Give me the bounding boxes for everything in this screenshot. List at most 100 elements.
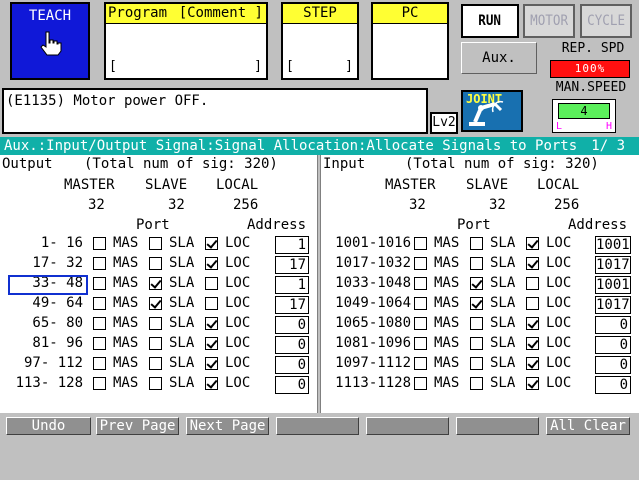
loc-checkbox[interactable]	[205, 257, 218, 270]
mas-checkbox[interactable]	[414, 297, 427, 310]
loc-checkbox[interactable]	[205, 237, 218, 250]
address-input[interactable]: 0	[595, 336, 631, 354]
mas-checkbox[interactable]	[93, 297, 106, 310]
sla-checkbox[interactable]	[470, 317, 483, 330]
sla-checkbox[interactable]	[470, 357, 483, 370]
address-input[interactable]: 17	[275, 256, 309, 274]
motor-label: MOTOR	[530, 13, 568, 29]
sla-checkbox[interactable]	[149, 257, 162, 270]
mas-checkbox[interactable]	[93, 377, 106, 390]
level-indicator[interactable]: Lv2	[430, 112, 458, 134]
joint-button[interactable]: JOINT	[461, 90, 523, 132]
cycle-label: CYCLE	[587, 13, 625, 29]
sla-checkbox[interactable]	[470, 237, 483, 250]
loc-checkbox[interactable]	[526, 297, 539, 310]
step-bracket-left: [	[286, 59, 294, 74]
address-input[interactable]: 1001	[595, 276, 631, 294]
undo-button[interactable]: Undo	[6, 417, 91, 435]
address-input[interactable]: 0	[595, 316, 631, 334]
address-input[interactable]: 0	[595, 356, 631, 374]
function-key-6[interactable]	[456, 417, 539, 435]
sla-checkbox[interactable]	[470, 277, 483, 290]
all-clear-button[interactable]: All Clear	[546, 417, 630, 435]
loc-checkbox[interactable]	[205, 337, 218, 350]
address-input[interactable]: 1	[275, 276, 309, 294]
loc-checkbox[interactable]	[526, 317, 539, 330]
loc-label: LOC	[546, 315, 572, 331]
page-number: 1/ 3	[591, 138, 625, 154]
run-button[interactable]: RUN	[461, 4, 519, 38]
loc-checkbox[interactable]	[205, 277, 218, 290]
signal-range: 17- 32	[32, 255, 83, 271]
address-input[interactable]: 1001	[595, 236, 631, 254]
input-slave-value: 32	[489, 197, 506, 213]
program-label: Program	[108, 5, 168, 21]
pc-field[interactable]: PC	[371, 2, 449, 80]
teach-button[interactable]: TEACH	[10, 2, 90, 80]
loc-checkbox[interactable]	[205, 317, 218, 330]
function-key-5[interactable]	[366, 417, 449, 435]
address-input[interactable]: 1	[275, 236, 309, 254]
sla-checkbox[interactable]	[149, 377, 162, 390]
mas-checkbox[interactable]	[414, 317, 427, 330]
loc-label: LOC	[546, 335, 572, 351]
output-slave-value: 32	[168, 197, 185, 213]
sla-checkbox[interactable]	[470, 257, 483, 270]
address-input[interactable]: 0	[275, 336, 309, 354]
address-input[interactable]: 0	[275, 356, 309, 374]
sla-checkbox[interactable]	[149, 237, 162, 250]
address-input[interactable]: 1017	[595, 256, 631, 274]
address-input[interactable]: 0	[275, 316, 309, 334]
address-input[interactable]: 0	[595, 376, 631, 394]
sla-checkbox[interactable]	[470, 337, 483, 350]
prev-page-button[interactable]: Prev Page	[96, 417, 179, 435]
mas-checkbox[interactable]	[414, 337, 427, 350]
sla-checkbox[interactable]	[149, 337, 162, 350]
sla-checkbox[interactable]	[149, 277, 162, 290]
mas-checkbox[interactable]	[414, 277, 427, 290]
mas-checkbox[interactable]	[93, 257, 106, 270]
cycle-button[interactable]: CYCLE	[580, 4, 632, 38]
sla-checkbox[interactable]	[149, 297, 162, 310]
mas-checkbox[interactable]	[414, 257, 427, 270]
loc-checkbox[interactable]	[526, 257, 539, 270]
sla-checkbox[interactable]	[470, 377, 483, 390]
program-field[interactable]: Program [Comment ] [ ]	[104, 2, 268, 80]
function-key-4[interactable]	[276, 417, 359, 435]
rep-speed-value[interactable]: 100%	[550, 60, 630, 78]
program-header: Program [Comment ]	[106, 4, 266, 24]
mas-checkbox[interactable]	[414, 237, 427, 250]
breadcrumb-path: Aux.:Input/Output Signal:Signal Allocati…	[4, 138, 578, 154]
step-field[interactable]: STEP [ ]	[281, 2, 359, 80]
aux-button[interactable]: Aux.	[461, 42, 537, 74]
mas-checkbox[interactable]	[93, 357, 106, 370]
loc-checkbox[interactable]	[526, 357, 539, 370]
mas-checkbox[interactable]	[93, 317, 106, 330]
mas-checkbox[interactable]	[93, 277, 106, 290]
address-input[interactable]: 17	[275, 296, 309, 314]
address-input[interactable]: 0	[275, 376, 309, 394]
loc-checkbox[interactable]	[526, 377, 539, 390]
selection-cursor	[8, 275, 88, 295]
address-input[interactable]: 1017	[595, 296, 631, 314]
motor-button[interactable]: MOTOR	[523, 4, 575, 38]
sla-checkbox[interactable]	[149, 357, 162, 370]
loc-checkbox[interactable]	[205, 297, 218, 310]
mas-checkbox[interactable]	[414, 357, 427, 370]
next-page-button[interactable]: Next Page	[186, 417, 269, 435]
signal-range: 1065-1080	[335, 315, 411, 331]
loc-checkbox[interactable]	[526, 237, 539, 250]
sla-checkbox[interactable]	[149, 317, 162, 330]
loc-checkbox[interactable]	[205, 357, 218, 370]
loc-checkbox[interactable]	[205, 377, 218, 390]
loc-checkbox[interactable]	[526, 277, 539, 290]
loc-checkbox[interactable]	[526, 337, 539, 350]
sla-checkbox[interactable]	[470, 297, 483, 310]
loc-label: LOC	[225, 275, 251, 291]
man-speed-high-label: H	[605, 121, 612, 132]
man-speed-selector[interactable]: 4 L H	[552, 99, 616, 133]
mas-checkbox[interactable]	[93, 237, 106, 250]
sla-label: SLA	[169, 375, 195, 391]
mas-checkbox[interactable]	[414, 377, 427, 390]
mas-checkbox[interactable]	[93, 337, 106, 350]
